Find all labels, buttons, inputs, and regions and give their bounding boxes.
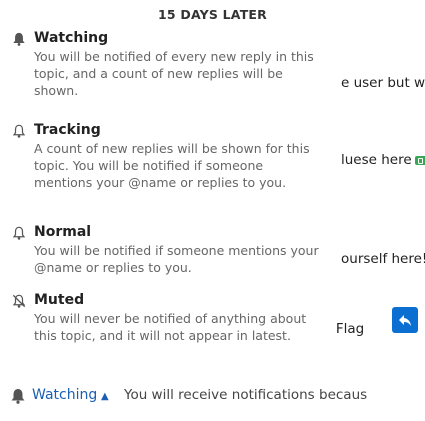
- menu-item-description: A count of new replies will be shown for…: [34, 141, 310, 190]
- background-text: e user but wil: [341, 75, 425, 91]
- background-text: luese here: [341, 152, 425, 168]
- notification-level-button[interactable]: Watching: [32, 387, 97, 403]
- menu-item-watching[interactable]: Watching You will be notified of every n…: [0, 30, 335, 120]
- background-text: ourself here!: [341, 251, 425, 267]
- menu-item-title: Tracking: [34, 122, 101, 138]
- menu-item-title: Watching: [34, 30, 109, 46]
- notification-reason-text: You will receive notifications becaus: [124, 387, 368, 403]
- menu-item-muted[interactable]: Muted You will never be notified of anyt…: [0, 292, 335, 374]
- bell-outline-icon: [12, 226, 26, 240]
- bell-filled-icon: [13, 32, 25, 46]
- notification-footer: Watching ▲ You will receive notification…: [0, 386, 425, 412]
- background-text-label: luese here: [341, 152, 412, 168]
- caret-up-icon[interactable]: ▲: [101, 391, 109, 402]
- bell-filled-icon: [11, 389, 25, 404]
- share-button[interactable]: [392, 307, 418, 333]
- emoji-icon: [414, 155, 425, 165]
- menu-item-description: You will never be notified of anything a…: [34, 311, 307, 343]
- menu-item-description: You will be notified of every new reply …: [34, 49, 314, 98]
- menu-item-normal[interactable]: Normal You will be notified if someone m…: [0, 224, 335, 284]
- bell-outline-icon: [12, 124, 26, 138]
- bell-slash-icon: [12, 294, 26, 308]
- menu-item-tracking[interactable]: Tracking A count of new replies will be …: [0, 122, 335, 222]
- menu-item-title: Normal: [34, 224, 92, 240]
- page-header: 15 DAYS LATER: [158, 7, 267, 22]
- menu-item-title: Muted: [34, 292, 85, 308]
- reply-icon: [399, 315, 411, 326]
- menu-item-description: You will be notified if someone mentions…: [34, 243, 319, 275]
